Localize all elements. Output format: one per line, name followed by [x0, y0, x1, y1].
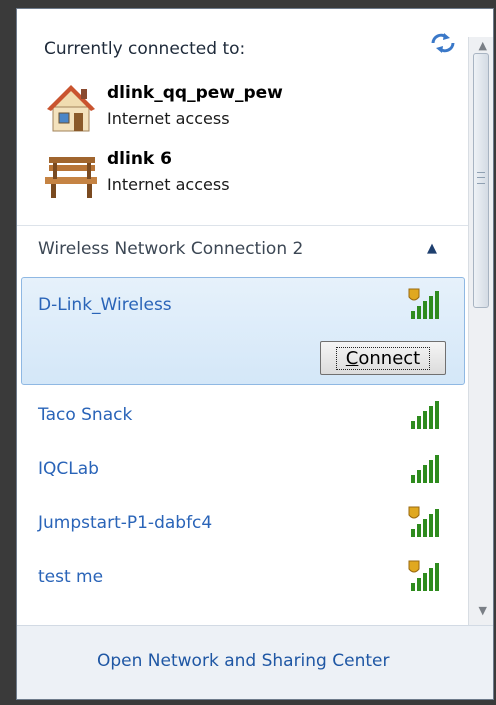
home-network-icon — [47, 85, 95, 132]
wifi-network-name[interactable]: test me — [38, 567, 103, 587]
connected-network-status: Internet access — [107, 109, 230, 128]
section-title: Wireless Network Connection 2 — [38, 239, 304, 259]
secured-signal-icon — [408, 506, 439, 537]
signal-strength-icon — [411, 401, 439, 429]
scroll-up-icon[interactable]: ▲ — [479, 39, 487, 52]
bench-public-network-icon — [45, 157, 97, 198]
secured-signal-icon — [408, 288, 439, 319]
connected-network-status: Internet access — [107, 175, 230, 194]
connect-button[interactable]: Connect — [320, 341, 446, 375]
wifi-network-name[interactable]: IQCLab — [38, 459, 99, 479]
scroll-down-icon[interactable]: ▼ — [479, 604, 487, 617]
wifi-network-name[interactable]: Taco Snack — [38, 405, 132, 425]
connected-network-name: dlink_qq_pew_pew — [107, 83, 283, 103]
connected-network-public[interactable]: dlink 6 Internet access — [41, 147, 401, 205]
open-network-sharing-center-link[interactable]: Open Network and Sharing Center — [97, 651, 389, 671]
scrollbar-thumb[interactable] — [473, 53, 489, 308]
connected-network-home[interactable]: dlink_qq_pew_pew Internet access — [41, 81, 401, 139]
refresh-icon[interactable] — [428, 31, 458, 55]
wifi-network-name[interactable]: Jumpstart-P1-dabfc4 — [38, 513, 212, 533]
divider — [17, 225, 469, 226]
wifi-network-name[interactable]: D-Link_Wireless — [38, 295, 172, 315]
network-flyout: Currently connected to: dlink_qq_pew_pew… — [16, 8, 494, 700]
currently-connected-label: Currently connected to: — [44, 39, 246, 59]
signal-strength-icon — [411, 455, 439, 483]
secured-signal-icon — [408, 560, 439, 591]
connected-network-name: dlink 6 — [107, 149, 172, 169]
chevron-up-icon[interactable]: ▲ — [427, 241, 437, 256]
